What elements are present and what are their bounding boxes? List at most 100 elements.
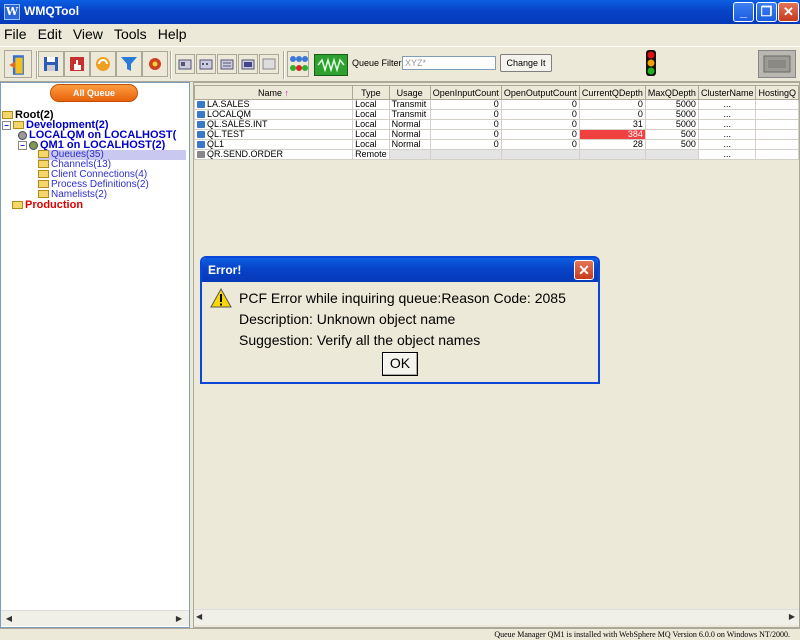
cell-usage: Transmit bbox=[388, 99, 431, 110]
menu-tools[interactable]: Tools bbox=[110, 24, 151, 42]
list-view-icon bbox=[220, 59, 234, 70]
view-small-icons-button[interactable] bbox=[196, 54, 216, 74]
queue-filter-input[interactable]: XYZ* bbox=[402, 56, 496, 70]
cell-hosting-q bbox=[755, 99, 799, 110]
queue-manager-icon bbox=[29, 140, 38, 150]
window-title: WMQTool bbox=[24, 4, 80, 18]
settings-button[interactable] bbox=[142, 51, 168, 77]
table-row[interactable]: QL.TEST Local Normal 0 0 384 500 ... bbox=[194, 129, 799, 140]
cell-name: QL1 bbox=[194, 139, 354, 150]
cell-max-depth: 5000 bbox=[644, 109, 699, 120]
refresh-button[interactable] bbox=[90, 51, 116, 77]
cell-open-output: 0 bbox=[500, 139, 580, 150]
column-header-open-output-count[interactable]: OpenOutputCount bbox=[500, 85, 580, 100]
process-button[interactable] bbox=[64, 51, 90, 77]
column-header-current-q-depth[interactable]: CurrentQDepth bbox=[578, 85, 646, 100]
exit-button[interactable] bbox=[4, 50, 32, 78]
cell-open-input: 0 bbox=[429, 99, 502, 110]
change-it-button[interactable]: Change It bbox=[500, 54, 552, 72]
status-lights-button[interactable] bbox=[287, 51, 309, 77]
cell-usage: Normal bbox=[388, 139, 431, 150]
column-header-max-q-depth[interactable]: MaxQDepth bbox=[644, 85, 699, 100]
queue-icon bbox=[197, 141, 205, 149]
scroll-left-icon[interactable]: ◀ bbox=[3, 613, 15, 625]
monitor-button[interactable] bbox=[314, 54, 348, 76]
cell-hosting-q bbox=[755, 139, 799, 150]
cell-name: LA.SALES bbox=[194, 99, 354, 110]
scroll-right-icon[interactable]: ▶ bbox=[173, 613, 185, 625]
inactive-panel-button[interactable] bbox=[758, 50, 796, 78]
menu-help[interactable]: Help bbox=[154, 24, 191, 42]
warning-icon bbox=[210, 288, 232, 308]
tree-node-production[interactable]: Production bbox=[12, 200, 83, 211]
status-bar: Queue Manager QM1 is installed with WebS… bbox=[0, 628, 800, 640]
restore-button[interactable]: ❐ bbox=[756, 2, 777, 22]
cell-max-depth: 5000 bbox=[644, 99, 699, 110]
table-horizontal-scrollbar[interactable]: ◀ ▶ bbox=[194, 609, 799, 625]
cell-name: QL.SALES.INT bbox=[194, 119, 354, 130]
traffic-light-icon bbox=[646, 50, 656, 76]
cell-cluster-name: ... bbox=[697, 129, 757, 140]
cell-usage bbox=[388, 149, 431, 160]
column-header-name[interactable]: Name ↑ bbox=[194, 85, 354, 100]
dialog-title-bar: Error! ✕ bbox=[202, 258, 598, 282]
dialog-close-button[interactable]: ✕ bbox=[574, 260, 594, 280]
queue-manager-icon bbox=[18, 130, 27, 140]
cell-type: Local bbox=[352, 129, 390, 140]
table-row[interactable]: QR.SEND.ORDER Remote ... bbox=[194, 149, 799, 160]
column-header-hosting-q[interactable]: HostingQ bbox=[755, 85, 799, 100]
minimize-button[interactable]: _ bbox=[733, 2, 754, 22]
view-list-button[interactable] bbox=[217, 54, 237, 74]
scroll-right-icon[interactable]: ▶ bbox=[789, 612, 795, 621]
folder-icon bbox=[12, 201, 23, 210]
cell-open-input: 0 bbox=[429, 129, 502, 140]
column-header-type[interactable]: Type bbox=[352, 85, 390, 100]
dialog-error-message: PCF Error while inquiring queue:Reason C… bbox=[239, 290, 566, 306]
table-row[interactable]: LOCALQM Local Transmit 0 0 0 5000 ... bbox=[194, 109, 799, 120]
folder-icon bbox=[38, 170, 49, 179]
table-row[interactable]: QL.SALES.INT Local Normal 0 0 31 5000 ..… bbox=[194, 119, 799, 130]
view-grid-button[interactable] bbox=[259, 54, 279, 74]
large-icons-icon bbox=[178, 59, 192, 70]
remote-queue-icon bbox=[197, 151, 205, 159]
ok-button[interactable]: OK bbox=[382, 352, 418, 376]
queue-filter-label: Queue Filter: bbox=[352, 58, 405, 68]
table-row[interactable]: LA.SALES Local Transmit 0 0 0 5000 ... bbox=[194, 99, 799, 110]
menu-view[interactable]: View bbox=[69, 24, 107, 42]
cell-open-output: 0 bbox=[500, 119, 580, 130]
close-button[interactable]: ✕ bbox=[778, 2, 799, 22]
cell-open-output bbox=[500, 149, 580, 160]
cell-hosting-q bbox=[755, 109, 799, 120]
cell-max-depth: 5000 bbox=[644, 119, 699, 130]
menu-edit[interactable]: Edit bbox=[34, 24, 66, 42]
cell-usage: Normal bbox=[388, 129, 431, 140]
cell-current-depth: 0 bbox=[578, 99, 646, 110]
cell-open-input: 0 bbox=[429, 109, 502, 120]
save-button[interactable] bbox=[38, 51, 64, 77]
scroll-left-icon[interactable]: ◀ bbox=[196, 612, 202, 621]
queue-icon bbox=[197, 131, 205, 139]
floppy-disk-icon bbox=[44, 57, 58, 71]
cell-hosting-q bbox=[755, 119, 799, 130]
table-row[interactable]: QL1 Local Normal 0 0 28 500 ... bbox=[194, 139, 799, 150]
collapse-icon[interactable]: − bbox=[18, 140, 27, 150]
cell-current-depth: 28 bbox=[578, 139, 646, 150]
cell-max-depth bbox=[644, 149, 699, 160]
all-queue-managers-button[interactable]: All Queue Managers bbox=[50, 84, 138, 114]
tree-horizontal-scrollbar[interactable]: ◀ ▶ bbox=[1, 610, 189, 626]
column-header-open-input-count[interactable]: OpenInputCount bbox=[429, 85, 502, 100]
cell-type: Remote bbox=[352, 149, 390, 160]
menu-file[interactable]: File bbox=[0, 24, 31, 42]
folder-icon bbox=[38, 160, 49, 169]
collapse-icon[interactable]: − bbox=[2, 120, 11, 130]
cell-open-output: 0 bbox=[500, 99, 580, 110]
column-header-cluster-name[interactable]: ClusterName bbox=[697, 85, 757, 100]
view-large-icons-button[interactable] bbox=[175, 54, 195, 74]
column-header-usage[interactable]: Usage bbox=[388, 85, 431, 100]
cell-open-input: 0 bbox=[429, 119, 502, 130]
error-dialog: Error! ✕ PCF Error while inquiring queue… bbox=[200, 256, 600, 384]
cell-cluster-name: ... bbox=[697, 119, 757, 130]
filter-button[interactable] bbox=[116, 51, 142, 77]
queue-icon bbox=[197, 111, 205, 119]
view-details-button[interactable] bbox=[238, 54, 258, 74]
